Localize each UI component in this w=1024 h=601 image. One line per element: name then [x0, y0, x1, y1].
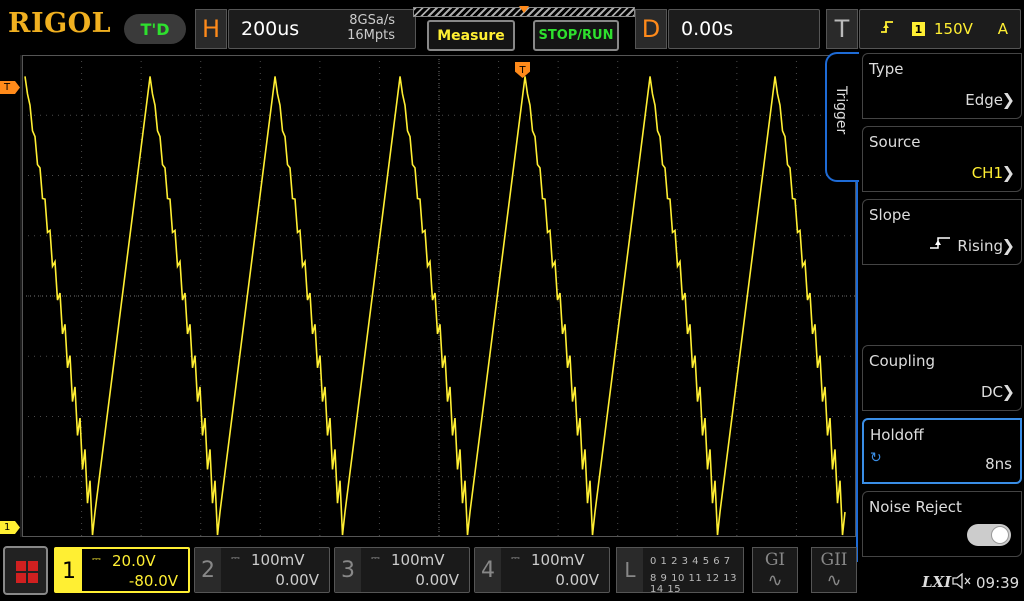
- rotary-knob-icon: ↻: [870, 450, 882, 466]
- channel-offset: 0.00V: [275, 571, 319, 589]
- menu-title: Trigger: [833, 86, 849, 135]
- sine-wave-icon: ∿: [767, 570, 783, 591]
- grid-menu-icon: [16, 561, 38, 583]
- noise-reject-toggle[interactable]: [967, 524, 1011, 546]
- menu-item-value: DC: [980, 383, 1003, 401]
- channel-scale: 100mV: [251, 551, 305, 569]
- menu-item-label: Type: [869, 60, 904, 78]
- horizontal-timebase-box[interactable]: 200us 8GSa/s 16Mpts: [228, 9, 416, 49]
- channel-number: 4: [475, 548, 501, 592]
- channel-offset: -80.0V: [128, 572, 178, 590]
- horizontal-label[interactable]: H: [195, 9, 227, 49]
- menu-item-holdoff[interactable]: Holdoff ↻ 8ns: [862, 418, 1022, 484]
- delay-value: 0.00s: [681, 18, 734, 40]
- menu-title-tab[interactable]: Trigger: [825, 52, 859, 182]
- sine-wave-icon: ∿: [826, 570, 842, 591]
- home-button[interactable]: [3, 546, 48, 595]
- trigger-mode: A: [997, 20, 1008, 38]
- rising-edge-icon: [929, 236, 951, 254]
- channel-scale: 100mV: [531, 551, 585, 569]
- channel-number: 3: [335, 548, 361, 592]
- measure-button[interactable]: Measure: [427, 20, 515, 51]
- clock: 09:39: [976, 574, 1020, 592]
- channel-offset: 0.00V: [415, 571, 459, 589]
- menu-item-value: CH1: [971, 164, 1003, 182]
- menu-item-value: Rising: [957, 237, 1003, 255]
- brand-logo: RIGOL: [8, 8, 112, 39]
- chevron-right-icon: ❯: [1001, 236, 1015, 255]
- trigger-level: 150V: [934, 20, 973, 38]
- channel-3-box[interactable]: 3 ⎓ 100mV 0.00V: [334, 547, 470, 593]
- trigger-status-box[interactable]: 1 150V A: [859, 9, 1021, 49]
- menu-item-label: Source: [869, 133, 921, 151]
- menu-item-value: Edge: [965, 91, 1003, 109]
- dc-coupling-icon: ⎓: [92, 552, 101, 565]
- channel-1-box[interactable]: 1 ⎓ 20.0V -80.0V: [54, 547, 190, 593]
- timebase-value: 200us: [241, 18, 300, 40]
- chevron-right-icon: ❯: [1001, 382, 1015, 401]
- dc-coupling-icon: ⎓: [511, 551, 520, 564]
- logic-letter: L: [617, 548, 643, 592]
- channel1-waveform: [24, 76, 846, 536]
- menu-item-label: Noise Reject: [869, 498, 962, 516]
- toggle-knob: [991, 526, 1009, 544]
- stop-run-button[interactable]: STOP/RUN: [533, 20, 619, 51]
- channel-4-box[interactable]: 4 ⎓ 100mV 0.00V: [474, 547, 610, 593]
- sample-rate: 8GSa/s: [349, 13, 395, 28]
- dc-coupling-icon: ⎓: [371, 551, 380, 564]
- chevron-right-icon: ❯: [1001, 163, 1015, 182]
- channel-scale: 100mV: [391, 551, 445, 569]
- delay-label[interactable]: D: [635, 9, 667, 49]
- rising-edge-icon: [880, 20, 894, 38]
- channel1-offset-marker[interactable]: 1: [0, 521, 20, 534]
- menu-item-coupling[interactable]: Coupling DC ❯: [862, 345, 1022, 411]
- menu-item-label: Coupling: [869, 352, 936, 370]
- trigger-source-badge: 1: [912, 22, 925, 36]
- channel-offset: 0.00V: [555, 571, 599, 589]
- menu-item-slope[interactable]: Slope Rising ❯: [862, 199, 1022, 265]
- run-state-badge[interactable]: T'D: [124, 14, 186, 44]
- dc-coupling-icon: ⎓: [231, 551, 240, 564]
- channel-2-box[interactable]: 2 ⎓ 100mV 0.00V: [194, 547, 330, 593]
- logic-analyzer-box[interactable]: L 0 1 2 3 4 5 6 7 8 9 10 11 12 13 14 15: [616, 547, 744, 595]
- generator-2-button[interactable]: GII ∿: [811, 547, 857, 593]
- chevron-right-icon: ❯: [1001, 90, 1015, 109]
- generator-label: GI: [764, 550, 786, 570]
- menu-item-noise-reject[interactable]: Noise Reject: [862, 491, 1022, 557]
- generator-1-button[interactable]: GI ∿: [752, 547, 798, 593]
- logic-channels-row2: 8 9 10 11 12 13 14 15: [650, 573, 738, 595]
- trigger-level-marker[interactable]: T: [0, 81, 20, 94]
- menu-item-source[interactable]: Source CH1 ❯: [862, 126, 1022, 192]
- channel-number: 2: [195, 548, 221, 592]
- memory-position-marker: [519, 6, 529, 13]
- logic-channels-row1: 0 1 2 3 4 5 6 7: [650, 556, 731, 567]
- memory-depth: 16Mpts: [347, 28, 395, 43]
- lxi-icon[interactable]: LXI: [922, 573, 951, 591]
- menu-item-type[interactable]: Type Edge ❯: [862, 53, 1022, 119]
- trigger-label[interactable]: T: [826, 9, 858, 49]
- channel-scale: 20.0V: [112, 552, 156, 570]
- menu-item-value: 8ns: [985, 455, 1012, 473]
- delay-box[interactable]: 0.00s: [668, 9, 820, 49]
- channel-number: 1: [56, 549, 82, 593]
- speaker-muted-icon[interactable]: [952, 572, 972, 593]
- menu-item-label: Holdoff: [870, 426, 924, 444]
- waveform-display[interactable]: [22, 55, 856, 537]
- waveform-svg: [22, 55, 856, 537]
- generator-label: GII: [820, 550, 848, 570]
- menu-item-label: Slope: [869, 206, 911, 224]
